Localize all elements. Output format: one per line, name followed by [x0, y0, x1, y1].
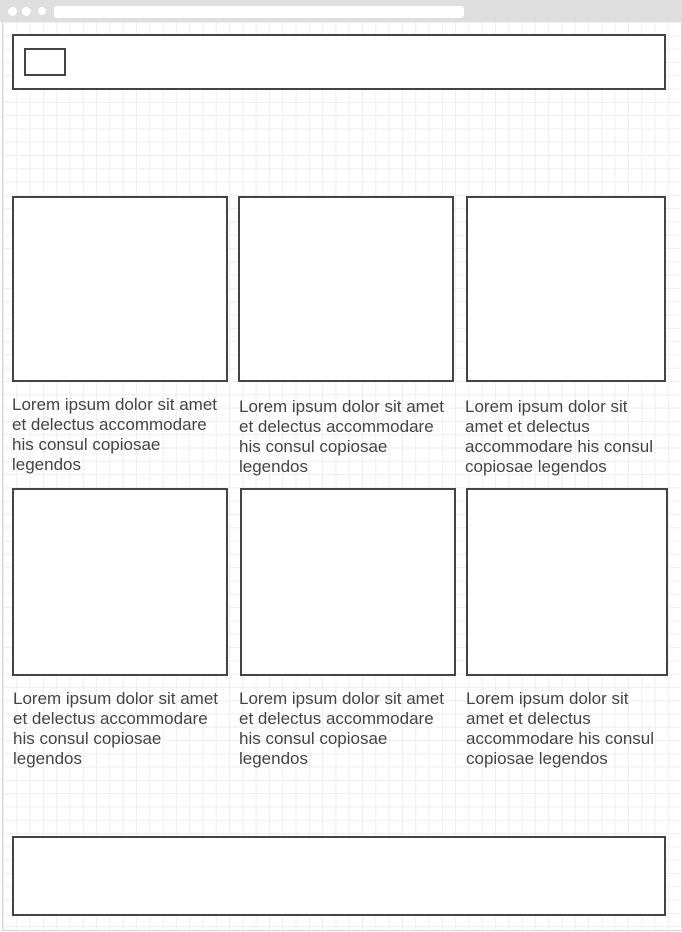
card-image-placeholder	[466, 196, 666, 382]
card-image-placeholder	[12, 196, 228, 382]
logo-placeholder[interactable]	[24, 48, 66, 76]
header	[12, 34, 666, 90]
window-close-dot[interactable]	[8, 7, 17, 16]
footer	[12, 836, 666, 916]
browser-chrome	[0, 0, 682, 22]
card-text: Lorem ipsum dolor sit amet et delectus a…	[466, 689, 655, 768]
card-text: Lorem ipsum dolor sit amet et delectus a…	[239, 397, 445, 476]
card-image-placeholder	[466, 488, 668, 676]
card-image-placeholder	[240, 488, 456, 676]
card-text: Lorem ipsum dolor sit amet et delectus a…	[239, 689, 445, 768]
window-minimize-dot[interactable]	[22, 7, 31, 16]
card-text: Lorem ipsum dolor sit amet et delectus a…	[465, 397, 654, 476]
card-text: Lorem ipsum dolor sit amet et delectus a…	[13, 689, 219, 768]
card-text: Lorem ipsum dolor sit amet et delectus a…	[12, 395, 218, 474]
address-bar[interactable]	[54, 6, 464, 18]
card-image-placeholder	[12, 488, 228, 676]
card-image-placeholder	[238, 196, 454, 382]
window-maximize-dot[interactable]	[38, 7, 46, 15]
